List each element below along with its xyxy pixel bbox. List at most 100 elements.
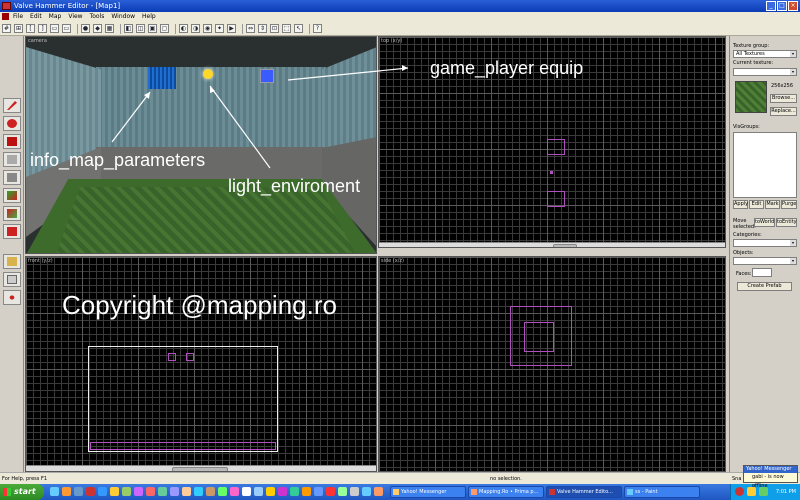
ungroup-icon[interactable]: ▢: [160, 24, 169, 33]
purge-button[interactable]: Purge: [781, 200, 797, 209]
categories-select[interactable]: ▾: [733, 239, 797, 247]
replace-button[interactable]: Replace...: [770, 107, 797, 116]
quicklaunch-icon[interactable]: [122, 487, 131, 496]
to-world-button[interactable]: toWorld: [754, 218, 775, 227]
help-icon[interactable]: ?: [313, 24, 322, 33]
to-entity-button[interactable]: toEntity: [776, 218, 797, 227]
chevron-down-icon[interactable]: ▾: [790, 51, 796, 57]
quicklaunch-icon[interactable]: [374, 487, 383, 496]
camera-viewport[interactable]: camera: [25, 36, 377, 254]
quicklaunch-icon[interactable]: [62, 487, 71, 496]
tool-entity[interactable]: [3, 152, 21, 167]
taskbar-item-yahoo[interactable]: Yahoo! Messenger: [390, 486, 466, 498]
tool-path[interactable]: [3, 290, 21, 305]
front-viewport[interactable]: front (y/z): [25, 256, 377, 472]
tool-apply-texture[interactable]: [3, 206, 21, 221]
faces-field[interactable]: [752, 268, 772, 277]
close-button[interactable]: ×: [788, 1, 798, 11]
taskbar-item-browser[interactable]: Mapping.Ro • Prima p...: [468, 486, 544, 498]
grid-icon[interactable]: #: [2, 24, 11, 33]
show-items-icon[interactable]: ◑: [191, 24, 200, 33]
quicklaunch-icon[interactable]: [134, 487, 143, 496]
title-bar[interactable]: Valve Hammer Editor - [Map1] _ □ ×: [0, 0, 800, 12]
grid-larger-icon[interactable]: ]: [38, 24, 47, 33]
lighting-icon[interactable]: ✦: [215, 24, 224, 33]
info-map-parameters-entity[interactable]: [148, 67, 176, 89]
snap-icon[interactable]: ⊡: [270, 24, 279, 33]
menu-map[interactable]: Map: [49, 12, 62, 22]
menu-help[interactable]: Help: [142, 12, 156, 22]
flip-horizontal-icon[interactable]: ⇔: [246, 24, 255, 33]
objects-select[interactable]: ▾: [733, 257, 797, 265]
quicklaunch-icon[interactable]: [290, 487, 299, 496]
quicklaunch-icon[interactable]: [146, 487, 155, 496]
quicklaunch-icon[interactable]: [302, 487, 311, 496]
menu-window[interactable]: Window: [111, 12, 135, 22]
menu-file[interactable]: File: [13, 12, 23, 22]
quicklaunch-icon[interactable]: [350, 487, 359, 496]
document-icon[interactable]: [2, 13, 9, 20]
apply-button[interactable]: Apply: [733, 200, 748, 209]
current-texture-select[interactable]: ▾: [733, 68, 797, 76]
quicklaunch-icon[interactable]: [326, 487, 335, 496]
side-viewport[interactable]: side (x/z): [378, 256, 726, 472]
quicklaunch-icon[interactable]: [278, 487, 287, 496]
save-window-icon[interactable]: ▭: [62, 24, 71, 33]
tool-selection[interactable]: [3, 98, 21, 113]
quicklaunch-icon[interactable]: [98, 487, 107, 496]
browse-button[interactable]: Browse...: [770, 94, 797, 103]
hollow-icon[interactable]: ◫: [136, 24, 145, 33]
tool-clip[interactable]: [3, 254, 21, 269]
horizontal-scrollbar[interactable]: [379, 242, 725, 247]
tool-texture[interactable]: [3, 188, 21, 203]
taskbar-item-paint[interactable]: ss - Paint: [624, 486, 700, 498]
quicklaunch-icon[interactable]: [206, 487, 215, 496]
tool-magnify[interactable]: [3, 116, 21, 131]
mark-button[interactable]: Mark: [765, 200, 780, 209]
quicklaunch-icon[interactable]: [110, 487, 119, 496]
entity-icon[interactable]: ◉: [203, 24, 212, 33]
compile-icon[interactable]: ●: [81, 24, 90, 33]
quicklaunch-icon[interactable]: [218, 487, 227, 496]
quicklaunch-icon[interactable]: [242, 487, 251, 496]
quicklaunch-icon[interactable]: [50, 487, 59, 496]
quicklaunch-icon[interactable]: [230, 487, 239, 496]
texture-browser-icon[interactable]: ▦: [105, 24, 114, 33]
hide-items-icon[interactable]: ◐: [179, 24, 188, 33]
quicklaunch-icon[interactable]: [74, 487, 83, 496]
horizontal-scrollbar[interactable]: [26, 465, 376, 471]
menu-view[interactable]: View: [68, 12, 82, 22]
edit-button[interactable]: Edit: [749, 200, 764, 209]
tool-vertex[interactable]: [3, 272, 21, 287]
chevron-down-icon[interactable]: ▾: [790, 240, 796, 246]
carve-icon[interactable]: ◧: [124, 24, 133, 33]
start-button[interactable]: start: [0, 484, 44, 500]
quicklaunch-icon[interactable]: [266, 487, 275, 496]
chevron-down-icon[interactable]: ▾: [790, 69, 796, 75]
scrollbar-thumb[interactable]: [553, 244, 577, 247]
minimize-button[interactable]: _: [766, 1, 776, 11]
chevron-down-icon[interactable]: ▾: [790, 258, 796, 264]
menu-edit[interactable]: Edit: [30, 12, 42, 22]
load-window-icon[interactable]: ▭: [50, 24, 59, 33]
tray-icon[interactable]: [735, 487, 744, 496]
pointer-icon[interactable]: ↖: [294, 24, 303, 33]
game-player-equip-entity[interactable]: [260, 69, 274, 83]
quicklaunch-icon[interactable]: [254, 487, 263, 496]
quicklaunch-icon[interactable]: [362, 487, 371, 496]
visgroups-list[interactable]: [733, 132, 797, 198]
tool-camera[interactable]: [3, 134, 21, 149]
flip-vertical-icon[interactable]: ⇕: [258, 24, 267, 33]
viewport-label[interactable]: front (y/z): [28, 258, 53, 264]
quicklaunch-icon[interactable]: [86, 487, 95, 496]
selection-icon[interactable]: ⬚: [282, 24, 291, 33]
viewport-label[interactable]: top (x/y): [381, 38, 402, 44]
texture-group-select[interactable]: All Textures ▾: [733, 50, 797, 58]
tool-block[interactable]: [3, 170, 21, 185]
messenger-notification[interactable]: Yahoo! Messenger gabi - is now offline: [743, 465, 798, 489]
create-prefab-button[interactable]: Create Prefab: [737, 282, 792, 291]
texture-lock-icon[interactable]: ◆: [93, 24, 102, 33]
texture-preview[interactable]: [735, 81, 767, 113]
grid-smaller-icon[interactable]: [: [26, 24, 35, 33]
selection-box[interactable]: [88, 346, 278, 452]
